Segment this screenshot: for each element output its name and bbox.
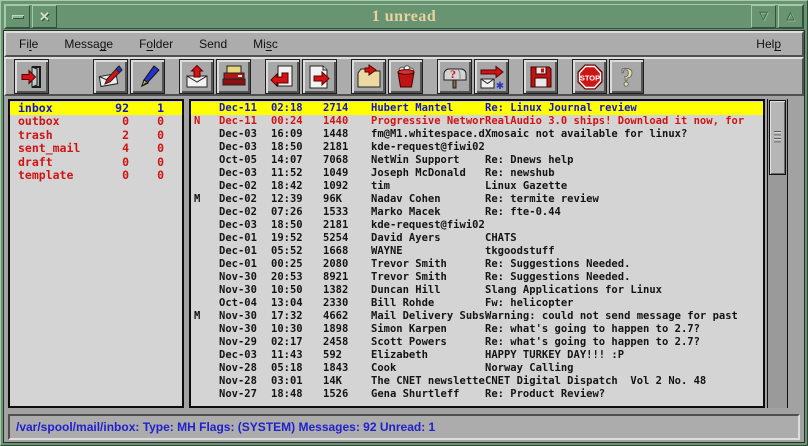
compose-pen-button[interactable] — [130, 59, 165, 94]
svg-text:✱: ✱ — [495, 81, 503, 90]
toolbar-group: ?✱ — [437, 59, 509, 94]
help-button[interactable]: ? — [609, 59, 644, 94]
svg-text:STOP: STOP — [579, 73, 599, 82]
toolbar: ?✱STOP? — [4, 57, 804, 96]
message-row[interactable]: Dec-0105:521668WAYNEtkgoodstuff — [191, 245, 763, 258]
toolbar-group: STOP? — [572, 59, 644, 94]
reply-arrow-icon — [270, 64, 296, 90]
window-body: FileMessageFolderSendMisc Help ?✱STOP? i… — [4, 31, 804, 442]
envelope-pencil-icon — [98, 64, 124, 90]
main-content: inbox921outbox00trash20sent_mail40draft0… — [4, 96, 804, 412]
app-window: ✕ 1 unread ▽ △ FileMessageFolderSendMisc… — [0, 0, 808, 446]
minimize-icon — [12, 15, 24, 19]
menubar: FileMessageFolderSendMisc Help — [4, 31, 804, 57]
message-row[interactable]: Dec-0311:521049Joseph McDonaldRe: newshu… — [191, 167, 763, 180]
menu-misc[interactable]: Misc — [240, 37, 291, 51]
save-button[interactable] — [523, 59, 558, 94]
menu-help[interactable]: Help — [743, 37, 794, 51]
folder-row-draft[interactable]: draft00 — [10, 156, 182, 169]
folder-row-sent_mail[interactable]: sent_mail40 — [10, 142, 182, 155]
message-row[interactable]: Dec-0100:252080Trevor SmithRe: Suggestio… — [191, 258, 763, 271]
folder-row-template[interactable]: template00 — [10, 169, 182, 182]
delete-button[interactable] — [388, 59, 423, 94]
stop-sign-icon: STOP — [577, 64, 603, 90]
exit-icon — [19, 64, 45, 90]
shade-button[interactable]: ▽ — [751, 5, 776, 28]
message-row[interactable]: Nov-2718:481526Gena ShurtleffRe: Product… — [191, 388, 763, 401]
forward-button[interactable] — [302, 59, 337, 94]
message-row[interactable]: Dec-0311:43592ElizabethHAPPY TURKEY DAY!… — [191, 349, 763, 362]
envelope-send-icon: ✱ — [479, 64, 505, 90]
open-mail-button[interactable] — [179, 59, 214, 94]
toolbar-group — [523, 59, 558, 94]
svg-text:?: ? — [450, 67, 456, 81]
printer-icon — [221, 64, 247, 90]
send-queued-button[interactable]: ✱ — [474, 59, 509, 94]
compose-message-button[interactable] — [93, 59, 128, 94]
message-row[interactable]: Oct-0413:042330Bill RohdeFw: helicopter — [191, 297, 763, 310]
menu-send[interactable]: Send — [186, 37, 240, 51]
svg-text:?: ? — [620, 64, 633, 90]
move-to-folder-button[interactable] — [351, 59, 386, 94]
message-row[interactable]: Nov-2902:172458Scott PowersRe: what's go… — [191, 336, 763, 349]
message-row[interactable]: Dec-0316:091448fm@M1.whitespace.dXmosaic… — [191, 128, 763, 141]
message-scrollbar[interactable] — [767, 99, 788, 408]
envelope-up-arrow-icon — [184, 64, 210, 90]
triangle-down-icon: ▽ — [759, 11, 767, 22]
menu-file[interactable]: File — [6, 37, 51, 51]
menu-items: FileMessageFolderSendMisc — [6, 37, 291, 51]
print-button[interactable] — [216, 59, 251, 94]
window-title: 1 unread — [65, 5, 743, 28]
scrollbar-grip-icon — [774, 131, 781, 143]
question-mark-icon: ? — [614, 64, 640, 90]
folder-row-outbox[interactable]: outbox00 — [10, 115, 182, 128]
toolbar-group — [265, 59, 337, 94]
message-row[interactable]: Nov-3010:301898Simon KarpenRe: what's go… — [191, 323, 763, 336]
close-icon: ✕ — [39, 10, 50, 23]
triangle-up-icon: △ — [786, 11, 794, 22]
stop-button[interactable]: STOP — [572, 59, 607, 94]
toolbar-group — [179, 59, 251, 94]
message-row[interactable]: Nov-3010:501382Duncan HillSlang Applicat… — [191, 284, 763, 297]
pen-icon — [135, 64, 161, 90]
message-row[interactable]: Dec-0218:421092timLinux Gazette — [191, 180, 763, 193]
toolbar-group — [14, 59, 49, 94]
folder-row-trash[interactable]: trash20 — [10, 129, 182, 142]
message-row[interactable]: Dec-1102:182714Hubert MantelRe: Linux Jo… — [191, 102, 763, 115]
message-row[interactable]: Oct-0514:077068NetWin SupportRe: Dnews h… — [191, 154, 763, 167]
message-row[interactable]: Nov-2803:0114KThe CNET newsletteCNET Dig… — [191, 375, 763, 388]
folder-arrow-icon — [356, 64, 382, 90]
status-text: /var/spool/mail/inbox: Type: MH Flags: (… — [16, 420, 435, 434]
message-row[interactable]: Dec-0318:502181kde-request@fiwi02 — [191, 141, 763, 154]
menu-folder[interactable]: Folder — [126, 37, 186, 51]
message-row[interactable]: Nov-2805:181843CookNorway Calling — [191, 362, 763, 375]
message-row[interactable]: NDec-1100:241440Progressive NetworRealAu… — [191, 115, 763, 128]
folder-row-inbox[interactable]: inbox921 — [10, 102, 182, 115]
menu-message[interactable]: Message — [51, 37, 126, 51]
message-row[interactable]: Nov-3020:538921Trevor SmithRe: Suggestio… — [191, 271, 763, 284]
toolbar-group — [351, 59, 423, 94]
close-button[interactable]: ✕ — [32, 5, 57, 28]
maximize-button[interactable]: △ — [778, 5, 803, 28]
iconify-button[interactable] — [5, 5, 30, 28]
message-list: Dec-1102:182714Hubert MantelRe: Linux Jo… — [189, 99, 765, 408]
message-row[interactable]: Dec-0207:261533Marko MacekRe: fte-0.44 — [191, 206, 763, 219]
message-row[interactable]: MNov-3017:324662Mail Delivery SubsWarnin… — [191, 310, 763, 323]
check-mail-button[interactable]: ? — [437, 59, 472, 94]
floppy-disk-icon — [528, 64, 554, 90]
message-row[interactable]: MDec-0212:3996KNadav CohenRe: termite re… — [191, 193, 763, 206]
forward-arrow-icon — [307, 64, 333, 90]
toolbar-group — [93, 59, 165, 94]
reply-button[interactable] — [265, 59, 300, 94]
message-row[interactable]: Dec-0318:502181kde-request@fiwi02 — [191, 219, 763, 232]
menu-help-slot: Help — [743, 37, 794, 51]
mailbox-question-icon: ? — [442, 64, 468, 90]
titlebar[interactable]: ✕ 1 unread ▽ △ — [4, 4, 804, 29]
folder-list: inbox921outbox00trash20sent_mail40draft0… — [8, 99, 184, 408]
trash-bucket-icon — [393, 64, 419, 90]
status-bar: /var/spool/mail/inbox: Type: MH Flags: (… — [8, 414, 800, 440]
message-row[interactable]: Dec-0119:525254David AyersCHATS — [191, 232, 763, 245]
exit-button[interactable] — [14, 59, 49, 94]
scrollbar-thumb[interactable] — [769, 100, 786, 175]
